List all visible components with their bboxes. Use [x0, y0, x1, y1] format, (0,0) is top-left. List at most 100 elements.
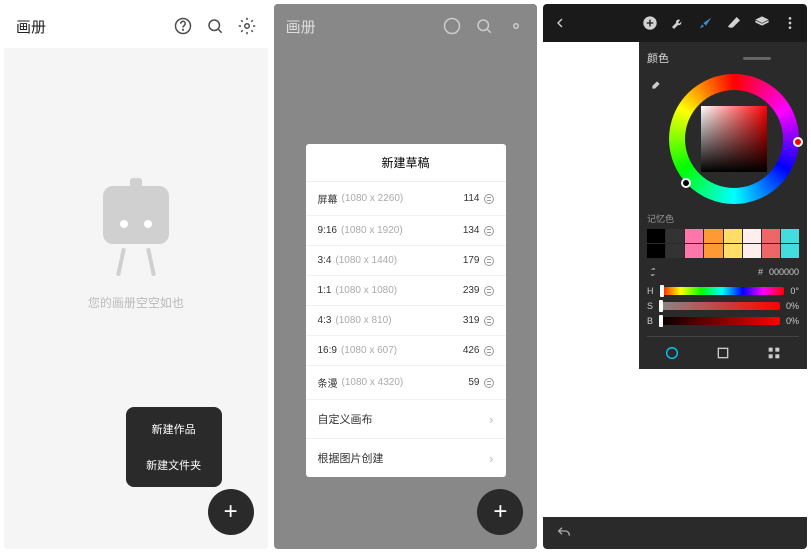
- topbar-icons: [174, 17, 256, 35]
- color-swatch[interactable]: [666, 229, 684, 243]
- hue-handle[interactable]: [793, 137, 803, 147]
- sat-slider[interactable]: [659, 302, 780, 310]
- bri-slider[interactable]: [659, 317, 780, 325]
- wrench-icon[interactable]: [669, 14, 687, 32]
- preset-count: 239: [463, 285, 480, 296]
- menu-new-work[interactable]: 新建作品: [126, 411, 222, 447]
- custom-canvas-row[interactable]: 自定义画布 ›: [306, 400, 506, 439]
- b-value: 0%: [786, 316, 799, 326]
- new-canvas-screen: 画册 新建草稿 屏幕(1080 x 2260)1149:16(1080 x 19…: [274, 4, 538, 549]
- gallery-screen: 画册 您的画册空空如也 新建作品 新建文件夹 +: [4, 4, 268, 549]
- color-swatch[interactable]: [647, 229, 665, 243]
- color-swatch[interactable]: [685, 229, 703, 243]
- more-icon[interactable]: [781, 14, 799, 32]
- layers-count-icon: [484, 316, 494, 326]
- eyedropper-icon[interactable]: [647, 78, 663, 94]
- color-swatch[interactable]: [666, 244, 684, 258]
- drag-handle[interactable]: [743, 57, 771, 60]
- menu-new-folder[interactable]: 新建文件夹: [126, 447, 222, 483]
- layers-count-icon: [484, 226, 494, 236]
- preset-dim: (1080 x 4320): [342, 377, 469, 388]
- preset-count: 179: [463, 255, 480, 266]
- undo-icon[interactable]: [555, 524, 573, 542]
- layers-count-icon: [484, 286, 494, 296]
- color-swatch[interactable]: [724, 244, 742, 258]
- preset-row[interactable]: 4:3(1080 x 810)319: [306, 306, 506, 336]
- settings-icon[interactable]: [507, 17, 525, 35]
- layers-count-icon: [484, 194, 494, 204]
- preset-label: 4:3: [318, 315, 332, 326]
- preset-label: 屏幕: [318, 191, 338, 206]
- preset-dim: (1080 x 2260): [342, 193, 464, 204]
- color-swatch[interactable]: [647, 244, 665, 258]
- preset-dim: (1080 x 1440): [335, 255, 462, 266]
- tab-square-icon[interactable]: [715, 345, 731, 361]
- layers-count-icon: [484, 378, 494, 388]
- preset-row[interactable]: 屏幕(1080 x 2260)114: [306, 182, 506, 216]
- color-swatch[interactable]: [704, 244, 722, 258]
- color-swatch[interactable]: [685, 244, 703, 258]
- color-swatch[interactable]: [724, 229, 742, 243]
- color-swatch[interactable]: [704, 229, 722, 243]
- b-label: B: [647, 316, 653, 326]
- h-label: H: [647, 286, 654, 296]
- back-icon[interactable]: [551, 14, 569, 32]
- settings-icon[interactable]: [238, 17, 256, 35]
- preset-row[interactable]: 16:9 (1080 x 607)426: [306, 336, 506, 366]
- eraser-icon[interactable]: [725, 14, 743, 32]
- color-swatch[interactable]: [762, 229, 780, 243]
- preset-label: 9:16: [318, 225, 337, 236]
- preset-row[interactable]: 3:4(1080 x 1440)179: [306, 246, 506, 276]
- color-wheel[interactable]: [669, 74, 799, 204]
- layers-count-icon: [484, 346, 494, 356]
- canvas-screen: 颜色 记忆色 # 000000 H0° S0% B0%: [543, 4, 807, 549]
- swap-icon[interactable]: [647, 266, 659, 278]
- preset-row[interactable]: 1:1(1080 x 1080)239: [306, 276, 506, 306]
- topbar-icons: [443, 17, 525, 35]
- new-draft-dialog: 新建草稿 屏幕(1080 x 2260)1149:16(1080 x 1920)…: [306, 144, 506, 477]
- add-icon[interactable]: [641, 14, 659, 32]
- dialog-title: 新建草稿: [306, 144, 506, 182]
- brush-icon[interactable]: [697, 14, 715, 32]
- preset-row[interactable]: 条漫(1080 x 4320)59: [306, 366, 506, 400]
- preset-count: 134: [463, 225, 480, 236]
- easel-icon: [96, 186, 176, 276]
- s-label: S: [647, 301, 653, 311]
- layers-count-icon: [484, 256, 494, 266]
- preset-dim: (1080 x 607): [341, 345, 463, 356]
- layers-icon[interactable]: [753, 14, 771, 32]
- preset-row[interactable]: 9:16(1080 x 1920)134: [306, 216, 506, 246]
- from-image-row[interactable]: 根据图片创建 ›: [306, 439, 506, 477]
- hue-slider[interactable]: [660, 287, 785, 295]
- sv-handle[interactable]: [681, 178, 691, 188]
- hex-value[interactable]: 000000: [769, 267, 799, 277]
- search-icon[interactable]: [206, 17, 224, 35]
- color-swatch[interactable]: [743, 244, 761, 258]
- fab-add-button[interactable]: +: [477, 489, 523, 535]
- help-icon[interactable]: [443, 17, 461, 35]
- color-swatch[interactable]: [762, 244, 780, 258]
- tab-wheel-icon[interactable]: [664, 345, 680, 361]
- search-icon[interactable]: [475, 17, 493, 35]
- help-icon[interactable]: [174, 17, 192, 35]
- swatch-grid: [647, 229, 799, 258]
- tab-grid-icon[interactable]: [766, 345, 782, 361]
- preset-count: 426: [463, 345, 480, 356]
- color-swatch[interactable]: [743, 229, 761, 243]
- custom-canvas-label: 自定义画布: [318, 411, 373, 427]
- color-swatch[interactable]: [781, 229, 799, 243]
- color-panel: 颜色 记忆色 # 000000 H0° S0% B0%: [639, 42, 807, 369]
- color-swatch[interactable]: [781, 244, 799, 258]
- saturation-square[interactable]: [701, 106, 767, 172]
- panel-title: 颜色: [647, 50, 735, 66]
- topbar: 画册: [4, 4, 268, 48]
- chevron-right-icon: ›: [489, 451, 493, 466]
- preset-label: 16:9: [318, 345, 337, 356]
- fab-add-button[interactable]: +: [208, 489, 254, 535]
- panel-tabs: [647, 336, 799, 361]
- toolbar: [543, 4, 807, 42]
- topbar: 画册: [274, 4, 538, 48]
- preset-dim: (1080 x 1080): [335, 285, 462, 296]
- app-title: 画册: [286, 16, 444, 37]
- hex-prefix: #: [758, 267, 763, 277]
